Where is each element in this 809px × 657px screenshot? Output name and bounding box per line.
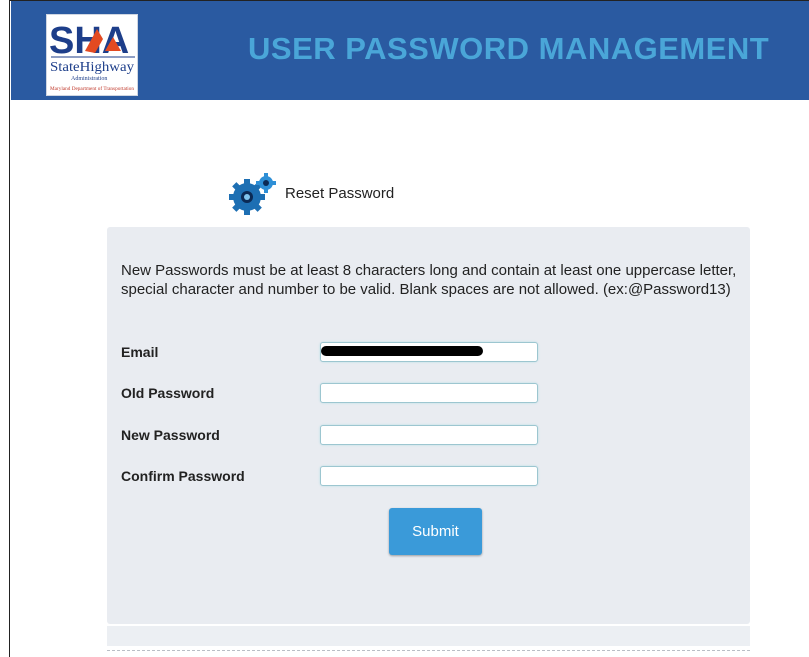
sha-logo: SHA StateHighway Administration Maryland… bbox=[46, 14, 138, 96]
logo-main-text: SHA bbox=[49, 20, 129, 62]
reset-password-form: New Passwords must be at least 8 charact… bbox=[107, 227, 750, 624]
logo-sub-text-small: Administration bbox=[71, 76, 107, 82]
old-password-field[interactable] bbox=[320, 383, 538, 403]
divider bbox=[107, 650, 750, 651]
confirm-password-field[interactable] bbox=[320, 466, 538, 486]
new-password-label: New Password bbox=[121, 427, 220, 443]
submit-button[interactable]: Submit bbox=[389, 508, 482, 555]
redaction-mark bbox=[321, 346, 483, 356]
logo-sub-text: StateHighway bbox=[50, 60, 134, 75]
password-rules-text: New Passwords must be at least 8 charact… bbox=[121, 262, 737, 298]
new-password-field[interactable] bbox=[320, 425, 538, 445]
section-heading: Reset Password bbox=[229, 171, 429, 215]
page-border-left bbox=[9, 0, 10, 657]
section-title: Reset Password bbox=[285, 185, 395, 202]
confirm-password-label: Confirm Password bbox=[121, 468, 245, 484]
gears-icon bbox=[229, 171, 279, 220]
header-banner: SHA StateHighway Administration Maryland… bbox=[11, 1, 809, 100]
email-field[interactable] bbox=[320, 342, 538, 362]
old-password-label: Old Password bbox=[121, 385, 215, 401]
form-footer bbox=[107, 626, 750, 646]
logo-tagline: Maryland Department of Transportation bbox=[50, 87, 135, 92]
app-title: USER PASSWORD MANAGEMENT bbox=[248, 31, 770, 66]
email-label: Email bbox=[121, 344, 159, 360]
